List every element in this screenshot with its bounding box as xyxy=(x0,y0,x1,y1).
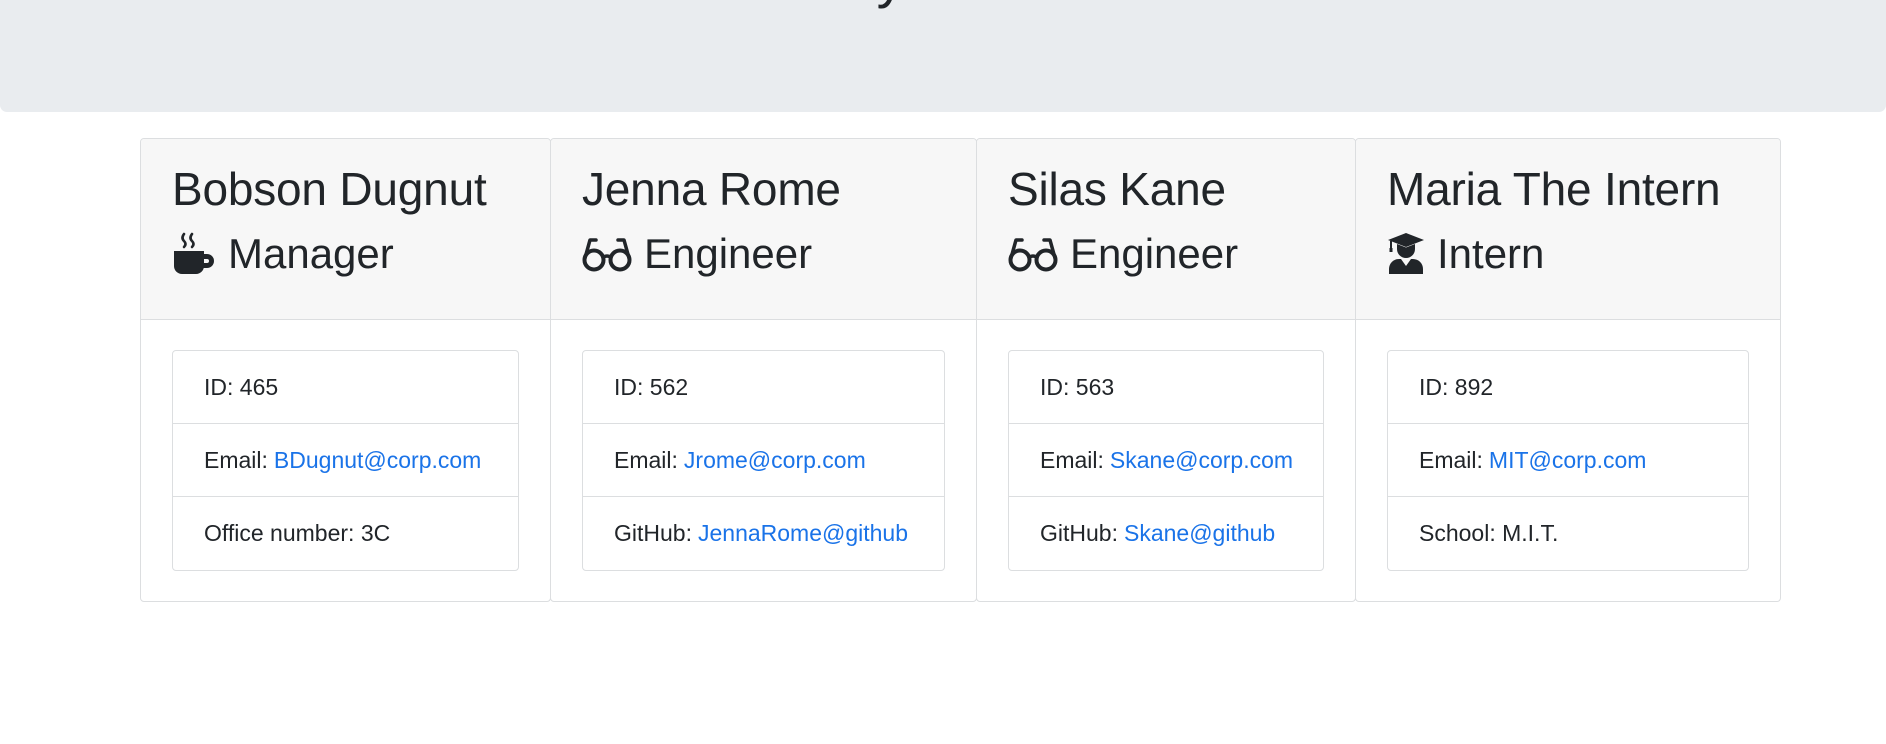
employee-email-row: Email: BDugnut@corp.com xyxy=(173,424,518,497)
github-label: GitHub: xyxy=(614,520,692,546)
role-label: Engineer xyxy=(644,230,813,277)
employee-card-engineer: Jenna Rome Engineer ID: 562 Email: Jrome… xyxy=(550,138,977,602)
id-label: ID: xyxy=(1419,373,1449,400)
id-value: 562 xyxy=(649,373,689,400)
employee-details-list: ID: 563 Email: Skane@corp.com GitHub: Skan… xyxy=(1008,350,1324,571)
email-link[interactable]: BDugnut@corp.com xyxy=(274,447,481,474)
id-value: 465 xyxy=(239,373,279,400)
employee-role: Intern xyxy=(1387,230,1780,277)
employee-email-row: Email: MIT@corp.com xyxy=(1388,424,1748,497)
employee-details-list: ID: 892 Email: MIT@corp.com School: M.I.T… xyxy=(1387,350,1749,571)
employee-card-intern: Maria The Intern Intern ID: 892 Email: M… xyxy=(1355,138,1781,602)
id-value: 563 xyxy=(1075,373,1115,400)
role-label: Manager xyxy=(228,230,394,277)
email-label: Email: xyxy=(1040,446,1104,473)
employee-email-row: Email: Jrome@corp.com xyxy=(583,424,944,497)
id-label: ID: xyxy=(204,373,234,400)
employee-card-engineer: Silas Kane Engineer ID: 563 Email: Skane… xyxy=(976,138,1356,602)
glasses-icon xyxy=(582,234,632,274)
email-label: Email: xyxy=(614,446,678,473)
card-header: Jenna Rome Engineer xyxy=(551,139,976,320)
employee-name: Silas Kane xyxy=(1008,163,1226,215)
employee-name: Jenna Rome xyxy=(582,163,841,215)
coffee-mug-icon xyxy=(172,232,216,276)
email-link[interactable]: MIT@corp.com xyxy=(1489,447,1647,474)
id-label: ID: xyxy=(1040,373,1070,400)
office-number-row: Office number: 3C xyxy=(173,497,518,570)
role-label: Engineer xyxy=(1070,230,1239,277)
graduate-icon xyxy=(1387,232,1425,276)
employee-id-row: ID: 892 xyxy=(1388,351,1748,424)
employee-id-row: ID: 562 xyxy=(583,351,944,424)
employee-id-row: ID: 465 xyxy=(173,351,518,424)
employee-id-row: ID: 563 xyxy=(1009,351,1323,424)
school-label: School: xyxy=(1419,520,1496,546)
employee-details-list: ID: 465 Email: BDugnut@corp.com Office nu… xyxy=(172,350,519,571)
card-header: Bobson Dugnut Manager xyxy=(141,139,550,320)
email-label: Email: xyxy=(1419,446,1483,473)
office-number-value: 3C xyxy=(360,520,391,546)
employee-details-list: ID: 562 Email: Jrome@corp.com GitHub: Jenn… xyxy=(582,350,945,571)
github-link[interactable]: JennaRome@github xyxy=(698,520,908,547)
school-row: School: M.I.T. xyxy=(1388,497,1748,570)
employee-name: Bobson Dugnut xyxy=(172,163,487,215)
school-value: M.I.T. xyxy=(1502,520,1559,546)
employee-name: Maria The Intern xyxy=(1387,163,1721,215)
header-jumbotron: My Team xyxy=(0,0,1886,112)
employee-role: Engineer xyxy=(582,230,976,277)
email-link[interactable]: Skane@corp.com xyxy=(1110,447,1293,474)
card-header: Silas Kane Engineer xyxy=(977,139,1355,320)
email-label: Email: xyxy=(204,446,268,473)
employee-card-manager: Bobson Dugnut Manager ID: 465 Email:BDu xyxy=(140,138,551,602)
card-header: Maria The Intern Intern xyxy=(1356,139,1780,320)
email-link[interactable]: Jrome@corp.com xyxy=(684,447,866,474)
github-row: GitHub: JennaRome@github xyxy=(583,497,944,570)
page-title: My Team xyxy=(0,0,1886,8)
office-number-label: Office number: xyxy=(204,520,355,546)
id-label: ID: xyxy=(614,373,644,400)
role-label: Intern xyxy=(1437,230,1545,277)
employee-email-row: Email: Skane@corp.com xyxy=(1009,424,1323,497)
github-link[interactable]: Skane@github xyxy=(1124,520,1275,547)
employee-role: Manager xyxy=(172,230,550,277)
id-value: 892 xyxy=(1454,373,1494,400)
glasses-icon xyxy=(1008,234,1058,274)
employee-role: Engineer xyxy=(1008,230,1355,277)
github-row: GitHub: Skane@github xyxy=(1009,497,1323,570)
github-label: GitHub: xyxy=(1040,520,1118,546)
